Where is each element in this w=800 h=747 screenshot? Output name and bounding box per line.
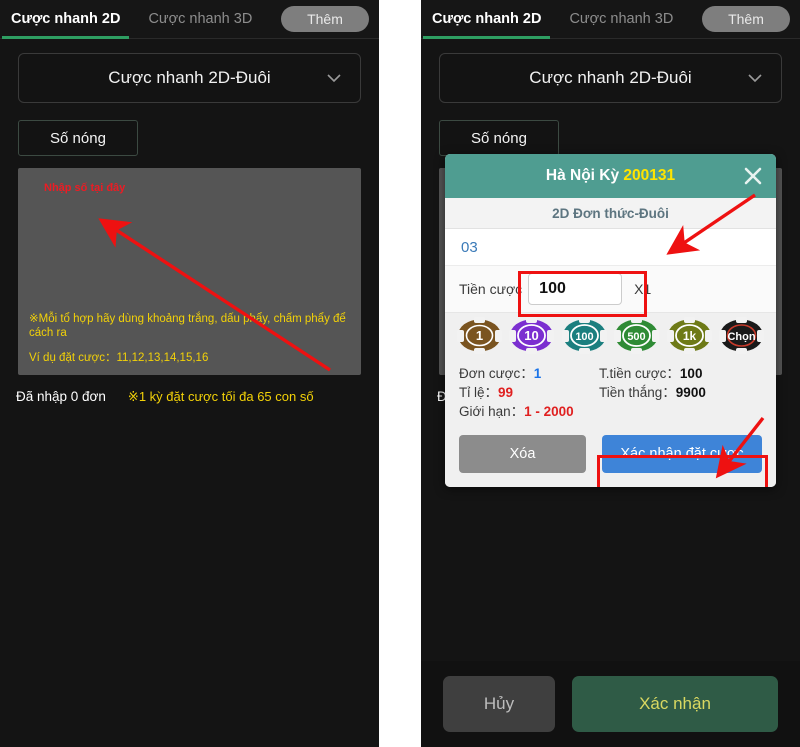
- note-example: Ví dụ đặt cược：11,12,13,14,15,16: [29, 352, 209, 364]
- svg-text:1: 1: [476, 328, 483, 343]
- svg-text:500: 500: [628, 331, 646, 343]
- modal-subtitle: 2D Đơn thức-Đuôi: [445, 198, 776, 229]
- tab-cuoc-nhanh-3d[interactable]: Cược nhanh 3D: [569, 0, 673, 38]
- panel-gutter: [379, 0, 421, 747]
- modal-actions: Xóa Xác nhận đặt cược: [445, 429, 776, 487]
- bet-stats-left-column: Đơn cược：1 Tỉ lệ：99 Giới hạn：1 - 2000: [459, 364, 599, 421]
- confirm-bet-button[interactable]: Xác nhận đặt cược: [602, 435, 762, 473]
- tab-bar-right: Cược nhanh 2D Cược nhanh 3D Thêm: [421, 0, 800, 39]
- close-icon[interactable]: [742, 165, 764, 187]
- bet-type-select-value: Cược nhanh 2D-Đuôi: [529, 68, 692, 87]
- stat-orders-value: 1: [533, 366, 542, 381]
- stake-label: Tiền cược: [459, 281, 523, 297]
- tab-cuoc-nhanh-2d[interactable]: Cược nhanh 2D: [1, 0, 130, 39]
- chip-custom-chon[interactable]: Chọn: [719, 316, 765, 354]
- stat-limit-value: 1 - 2000: [524, 404, 574, 419]
- delete-button[interactable]: Xóa: [459, 435, 586, 473]
- svg-text:1k: 1k: [683, 329, 697, 343]
- stake-row: Tiền cược 100 X1: [445, 266, 776, 313]
- chip-1k[interactable]: 1k: [666, 316, 712, 354]
- stat-limit: Giới hạn：1 - 2000: [459, 402, 599, 421]
- modal-title: Hà Nội Kỳ 200131: [546, 167, 675, 185]
- stat-total-value: 100: [679, 366, 703, 381]
- hot-numbers-button[interactable]: Số nóng: [439, 120, 559, 156]
- tab-bar-left: Cược nhanh 2D Cược nhanh 3D Thêm: [0, 0, 379, 39]
- svg-text:Chọn: Chọn: [728, 331, 756, 343]
- chip-1[interactable]: 1: [456, 316, 502, 354]
- bet-confirmation-modal: Hà Nội Kỳ 200131 2D Đơn thức-Đuôi 03 Tiề…: [445, 154, 776, 487]
- svg-text:100: 100: [575, 331, 593, 343]
- bet-type-select[interactable]: Cược nhanh 2D-Đuôi: [18, 53, 361, 103]
- bet-stats: Đơn cược：1 Tỉ lệ：99 Giới hạn：1 - 2000 T.…: [445, 357, 776, 429]
- multiplier-label: X1: [634, 281, 652, 297]
- entry-footer: Đã nhập 0 đơn ※1 kỳ đặt cược tối đa 65 c…: [16, 389, 379, 405]
- bet-type-select[interactable]: Cược nhanh 2D-Đuôi: [439, 53, 782, 103]
- modal-title-number: 200131: [623, 167, 676, 184]
- right-phone-panel: Cược nhanh 2D Cược nhanh 3D Thêm Cược nh…: [421, 0, 800, 747]
- chip-500[interactable]: 500: [614, 316, 660, 354]
- tab-cuoc-nhanh-2d[interactable]: Cược nhanh 2D: [422, 0, 551, 39]
- stat-total: T.tiền cược：100: [599, 364, 739, 383]
- cancel-button[interactable]: Hủy: [443, 676, 555, 732]
- numbers-textarea-placeholder: Nhập số tại đây: [44, 182, 126, 194]
- chip-100[interactable]: 100: [561, 316, 607, 354]
- left-phone-panel: Cược nhanh 2D Cược nhanh 3D Thêm Cược nh…: [0, 0, 379, 747]
- numbers-textarea[interactable]: Nhập số tại đây ※Mỗi tổ hợp hãy dùng kho…: [18, 168, 361, 375]
- stat-orders-label: Đơn cược：: [459, 366, 534, 381]
- chip-10[interactable]: 10: [509, 316, 555, 354]
- bottom-action-bar: Hủy Xác nhận: [421, 661, 800, 747]
- stat-win-value: 9900: [675, 385, 706, 400]
- stat-limit-label: Giới hạn：: [459, 404, 525, 419]
- stat-total-label: T.tiền cược：: [599, 366, 680, 381]
- more-button[interactable]: Thêm: [281, 6, 369, 32]
- stat-win-label: Tiền thắng：: [599, 385, 676, 400]
- stake-input[interactable]: 100: [528, 273, 623, 305]
- chip-selector: 1 10 100 500 1k Chọn: [445, 313, 776, 357]
- max-numbers-note: ※1 kỳ đặt cược tối đa 65 con số: [127, 389, 314, 404]
- modal-header: Hà Nội Kỳ 200131: [445, 154, 776, 198]
- entered-count-label: Đã nhập 0 đơn: [16, 389, 106, 404]
- bet-stats-right-column: T.tiền cược：100 Tiền thắng：9900: [599, 364, 739, 421]
- screenshot-root: Cược nhanh 2D Cược nhanh 3D Thêm Cược nh…: [0, 0, 800, 747]
- stat-rate-label: Tỉ lệ：: [459, 385, 499, 400]
- modal-title-prefix: Hà Nội Kỳ: [545, 167, 624, 184]
- more-button[interactable]: Thêm: [702, 6, 790, 32]
- svg-text:10: 10: [525, 328, 539, 343]
- chevron-down-icon: [747, 70, 763, 86]
- selected-number: 03: [445, 229, 776, 266]
- tab-cuoc-nhanh-3d[interactable]: Cược nhanh 3D: [148, 0, 252, 38]
- confirm-button[interactable]: Xác nhận: [572, 676, 778, 732]
- stat-rate-value: 99: [498, 385, 514, 400]
- hot-numbers-button[interactable]: Số nóng: [18, 120, 138, 156]
- stat-win: Tiền thắng：9900: [599, 383, 739, 402]
- bet-type-select-value: Cược nhanh 2D-Đuôi: [108, 68, 271, 87]
- chevron-down-icon: [326, 70, 342, 86]
- stat-orders: Đơn cược：1: [459, 364, 599, 383]
- note-separator-hint: ※Mỗi tổ hợp hãy dùng khoảng trắng, dấu p…: [29, 313, 346, 339]
- stat-rate: Tỉ lệ：99: [459, 383, 599, 402]
- textarea-notes: ※Mỗi tổ hợp hãy dùng khoảng trắng, dấu p…: [29, 312, 351, 365]
